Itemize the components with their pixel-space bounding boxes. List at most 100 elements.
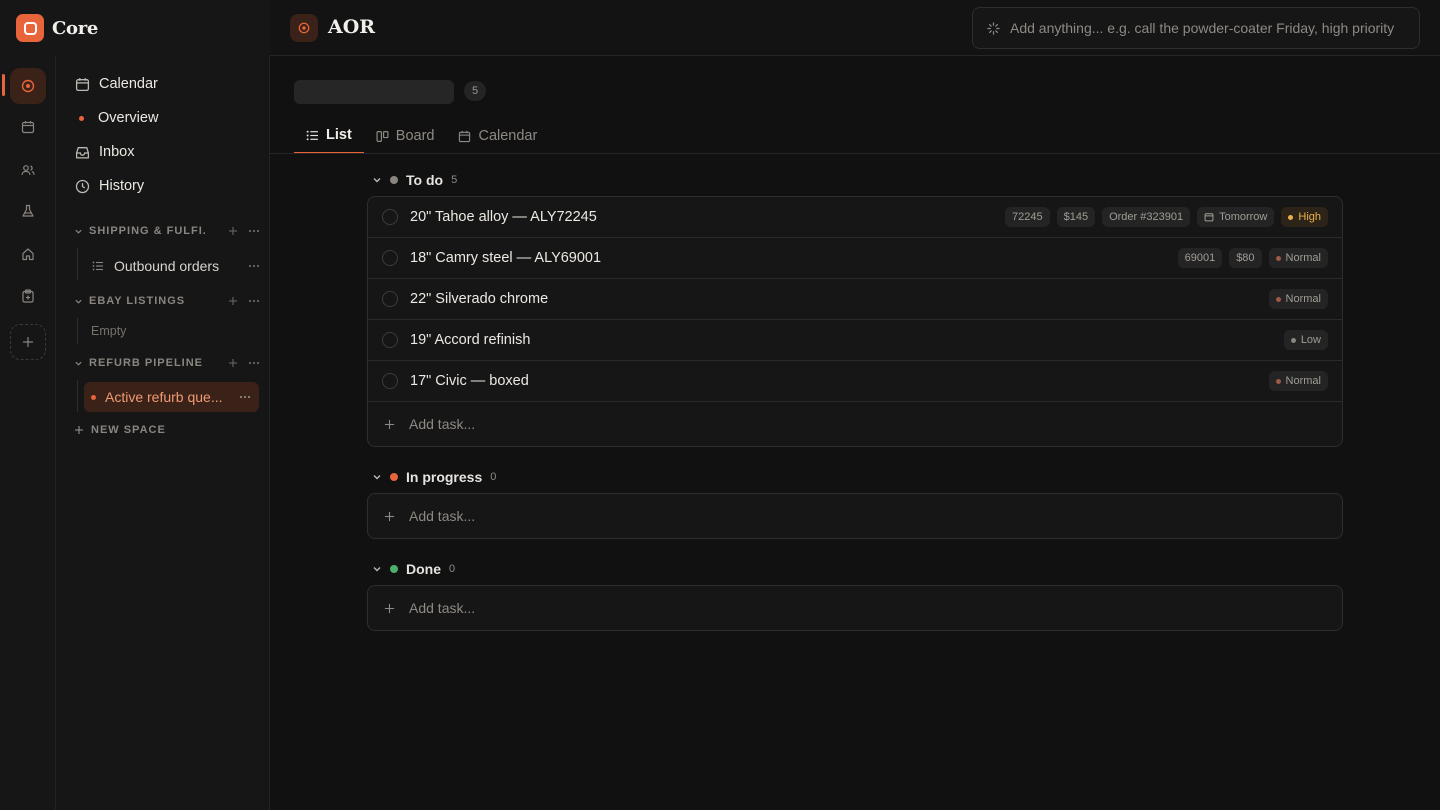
section-refurb-guide [77,380,78,412]
target-icon [298,22,310,34]
nav-calendar[interactable]: Calendar [75,71,158,97]
task-row[interactable]: 22" Silverado chrome Normal [368,279,1342,320]
rail-flask-button[interactable] [10,193,46,229]
tab-board-label: Board [395,128,435,144]
section-shipping-header[interactable]: SHIPPING & FULFI... [74,221,260,241]
priority-label: Normal [1285,375,1321,387]
add-task-button[interactable]: Add task... [368,402,1342,446]
group-done-card: Add task... [367,585,1343,631]
chevron-down-icon [75,229,82,234]
chevron-down-icon [75,361,82,366]
brand[interactable]: Core [0,0,270,56]
space-icon[interactable] [290,14,318,42]
task-row[interactable]: 19" Accord refinish Low [368,320,1342,361]
list-icon [92,261,103,271]
item-more-icon[interactable] [248,264,260,268]
rail-home-button[interactable] [10,236,46,272]
chevron-down-icon [75,299,82,304]
plus-icon [75,426,83,434]
overview-dot-icon [79,115,84,121]
section-add-icon[interactable] [228,358,238,368]
filter-pill[interactable] [294,80,454,104]
task-checkbox[interactable] [382,291,398,307]
priority-badge[interactable]: Normal [1268,248,1328,268]
section-more-icon[interactable] [248,229,260,233]
task-row[interactable]: 18" Camry steel — ALY69001 69001 $80 Nor… [368,238,1342,279]
priority-badge[interactable]: High [1281,207,1328,227]
group-inprogress-card: Add task... [367,493,1343,539]
task-checkbox[interactable] [382,250,398,266]
section-more-icon[interactable] [248,299,260,303]
rail-calendar-button[interactable] [10,109,46,145]
rail-target-button[interactable] [10,68,46,104]
item-more-icon[interactable] [239,395,251,399]
add-task-button[interactable]: Add task... [368,494,1342,538]
tab-list-label: List [326,127,352,143]
task-chip: 69001 [1177,248,1223,268]
board-icon [376,130,389,142]
rail-users-button[interactable] [10,152,46,188]
task-title: 22" Silverado chrome [410,291,549,307]
section-shipping-label: SHIPPING & FULFI... [89,225,207,237]
users-icon [21,165,35,176]
priority-badge[interactable]: Normal [1268,371,1328,391]
add-task-label: Add task... [409,600,476,616]
add-task-label: Add task... [409,416,476,432]
nav-calendar-label: Calendar [99,76,158,92]
nav-inbox[interactable]: Inbox [75,139,134,165]
task-checkbox[interactable] [382,209,398,225]
tab-list[interactable]: List [294,118,364,154]
nav-overview-label: Overview [98,110,159,126]
priority-badge[interactable]: Low [1283,330,1328,350]
group-done-header[interactable]: Done 0 [372,558,455,580]
status-dot-icon [390,565,398,573]
chevron-down-icon [373,567,381,572]
plus-icon [384,603,395,613]
priority-label: Low [1300,334,1321,346]
priority-dot-icon [1275,296,1281,302]
section-ebay-header[interactable]: EBAY LISTINGS [74,291,260,311]
nav-active-refurb-queue[interactable]: Active refurb que... [84,382,259,412]
nav-history[interactable]: History [75,173,144,199]
core-logo-icon [16,14,44,42]
due-date-chip[interactable]: Tomorrow [1197,207,1275,227]
priority-badge[interactable]: Normal [1268,289,1328,309]
section-refurb-header[interactable]: REFURB PIPELINE [74,353,260,373]
add-task-label: Add task... [409,508,476,524]
quick-add-input[interactable]: Add anything... e.g. call the powder-coa… [972,7,1420,49]
section-refurb-label: REFURB PIPELINE [89,357,204,369]
rail-add-button[interactable] [10,324,46,360]
calendar-icon [75,77,90,91]
group-todo-card: 20" Tahoe alloy — ALY72245 72245 $145 Or… [367,196,1343,447]
new-space-button[interactable]: NEW SPACE [74,420,166,440]
chevron-down-icon [373,178,381,183]
add-task-button[interactable]: Add task... [368,586,1342,630]
group-todo-header[interactable]: To do 5 [372,169,457,191]
group-done-name: Done [406,561,441,577]
nav-inbox-label: Inbox [99,144,135,160]
section-more-icon[interactable] [248,361,260,365]
section-add-icon[interactable] [228,296,238,306]
tab-calendar[interactable]: Calendar [446,118,549,154]
priority-label: High [1298,211,1321,223]
group-inprogress-header[interactable]: In progress 0 [372,466,496,488]
tab-board[interactable]: Board [364,118,447,154]
nav-outbound-orders[interactable]: Outbound orders [92,251,260,281]
rail-clipboard-button[interactable] [10,278,46,314]
calendar-icon [1204,213,1214,222]
task-checkbox[interactable] [382,332,398,348]
calendar-icon [459,130,471,142]
page-title: AOR [328,16,376,38]
priority-dot-icon [1290,337,1296,343]
task-row[interactable]: 20" Tahoe alloy — ALY72245 72245 $145 Or… [368,197,1342,238]
section-add-icon[interactable] [228,226,238,236]
nav-overview[interactable]: Overview [75,105,158,131]
nav-history-label: History [99,178,145,194]
task-checkbox[interactable] [382,373,398,389]
filter-count-badge: 5 [464,81,486,101]
group-inprogress-name: In progress [406,469,483,485]
group-todo-count: 5 [451,174,458,186]
icon-rail [0,56,56,810]
task-row[interactable]: 17" Civic — boxed Normal [368,361,1342,402]
plus-icon [23,337,33,347]
